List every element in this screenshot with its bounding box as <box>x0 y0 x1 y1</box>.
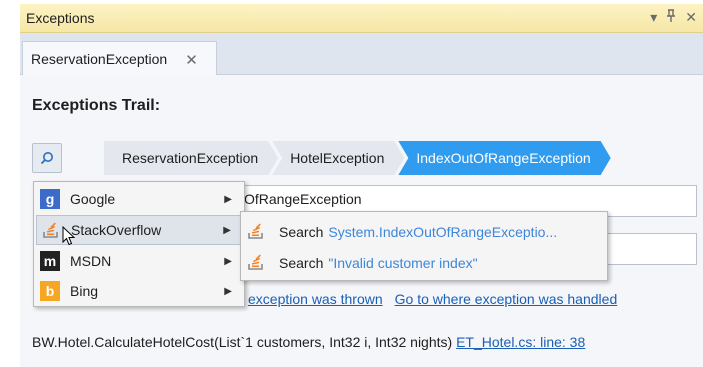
window-title: Exceptions <box>26 10 95 26</box>
menu-item-label: MSDN <box>70 253 112 269</box>
chevron-right-icon: ▶ <box>224 285 232 297</box>
tab-close-icon[interactable]: ✕ <box>185 51 198 69</box>
menu-item-label: StackOverflow <box>71 222 162 238</box>
submenu-item-prefix: Search <box>279 255 324 271</box>
thrown-link[interactable]: exception was thrown <box>248 291 383 307</box>
stackoverflow-icon <box>247 222 267 242</box>
msdn-icon: m <box>40 251 60 271</box>
window-controls: ▾ ✕ <box>650 9 697 26</box>
chevron-right-icon: ▶ <box>224 255 232 267</box>
page-title: Exceptions Trail: <box>32 97 161 114</box>
tab-label: ReservationException <box>31 51 168 67</box>
breadcrumb-item-index-out-of-range[interactable]: IndexOutOfRangeException <box>398 141 610 175</box>
submenu-item-search-message[interactable]: Search "Invalid customer index" <box>247 249 478 277</box>
chevron-right-icon: ▶ <box>223 224 231 236</box>
submenu-item-search-type[interactable]: Search System.IndexOutOfRangeExceptio... <box>247 218 557 246</box>
submenu-item-query: "Invalid customer index" <box>328 255 478 271</box>
chevron-right-icon: ▶ <box>224 193 232 205</box>
breadcrumb-item-hotel-exception[interactable]: HotelException <box>272 141 404 175</box>
menu-item-msdn[interactable]: m MSDN ▶ <box>36 246 242 276</box>
pin-icon[interactable] <box>665 9 677 26</box>
close-icon[interactable]: ✕ <box>685 9 697 26</box>
tool-window-title-bar: Exceptions ▾ ✕ <box>20 4 703 33</box>
dropdown-icon[interactable]: ▾ <box>650 9 657 26</box>
menu-item-bing[interactable]: b Bing ▶ <box>36 276 242 306</box>
search-icon <box>40 152 53 165</box>
source-location-link[interactable]: ET_Hotel.cs: line: 38 <box>456 334 585 350</box>
stack-trace-line: BW.Hotel.CalculateHotelCost(List`1 custo… <box>32 334 585 350</box>
menu-item-label: Bing <box>70 283 99 299</box>
breadcrumb: ReservationException HotelException Inde… <box>104 141 605 175</box>
menu-item-google[interactable]: g Google ▶ <box>36 184 242 214</box>
stackoverflow-submenu: Search System.IndexOutOfRangeExceptio...… <box>240 211 608 281</box>
breadcrumb-item-reservation-exception[interactable]: ReservationException <box>104 141 278 175</box>
search-button[interactable] <box>32 143 62 173</box>
mouse-cursor-icon <box>62 226 76 246</box>
submenu-item-prefix: Search <box>279 224 324 240</box>
handled-link[interactable]: Go to where exception was handled <box>395 291 618 307</box>
navigation-links: exception was thrown Go to where excepti… <box>248 291 617 307</box>
google-icon: g <box>40 189 60 209</box>
stack-trace-method: BW.Hotel.CalculateHotelCost(List`1 custo… <box>32 334 453 350</box>
tab-reservation-exception[interactable]: ReservationException ✕ <box>22 41 217 75</box>
stackoverflow-icon <box>41 220 61 240</box>
document-tab-strip: ReservationException ✕ <box>20 33 703 75</box>
bing-icon: b <box>40 281 60 301</box>
menu-item-label: Google <box>70 191 116 207</box>
submenu-item-query: System.IndexOutOfRangeExceptio... <box>328 224 558 240</box>
stackoverflow-icon <box>247 253 267 273</box>
